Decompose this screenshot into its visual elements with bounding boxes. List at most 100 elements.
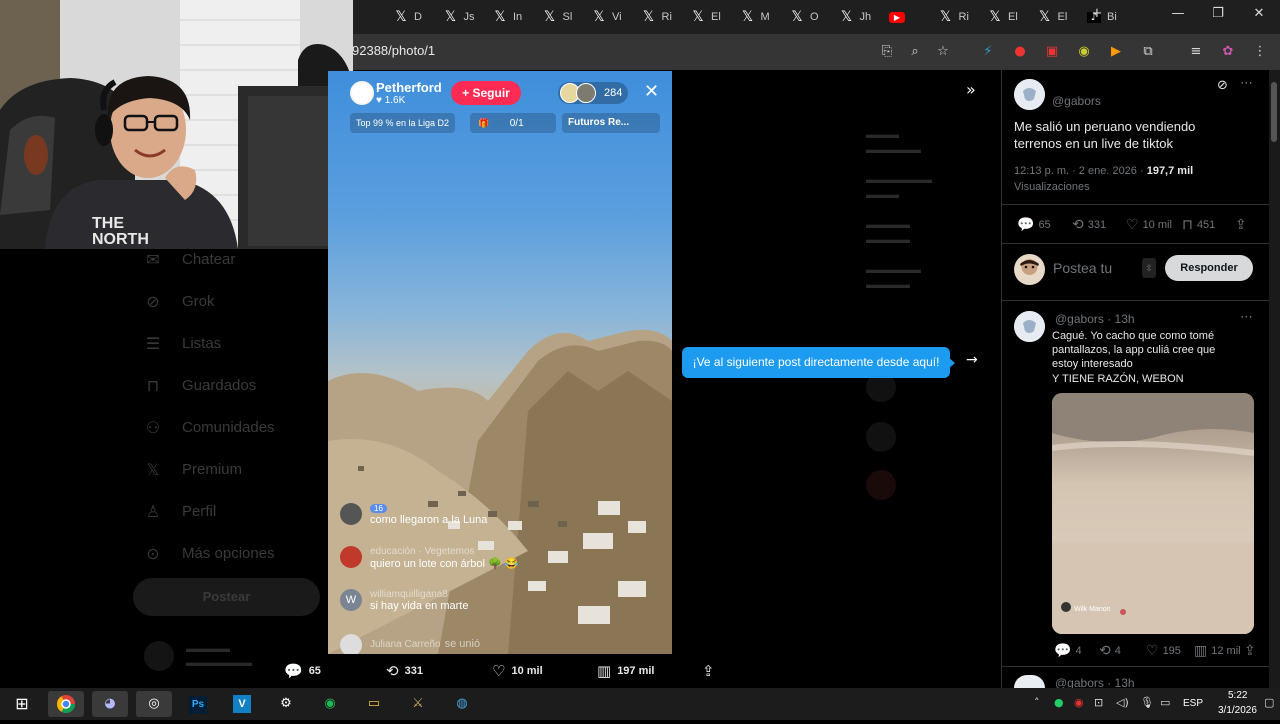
vegas-icon[interactable]: V <box>224 691 260 717</box>
reply-like-action[interactable]: ♡ 195 <box>1146 643 1181 659</box>
extension-video-icon[interactable]: ▣ <box>1042 42 1062 62</box>
tray-monitor-icon[interactable]: ▭ <box>1160 696 1170 709</box>
browser-menu-icon[interactable]: ⋮ <box>1250 42 1270 62</box>
photoshop-icon[interactable]: Ps <box>180 691 216 717</box>
browser-tab[interactable]: 𝕏 Jh <box>832 4 871 30</box>
grok-icon[interactable]: ⊘ <box>1217 78 1228 93</box>
reply-author-avatar[interactable] <box>1014 311 1045 342</box>
bookmark-star-icon[interactable]: ☆ <box>933 42 953 62</box>
browser-tab[interactable]: 𝕏 El <box>683 4 720 30</box>
reply-button[interactable]: Responder <box>1165 255 1253 281</box>
minimize-icon[interactable]: — <box>1163 6 1193 21</box>
next-arrow-icon[interactable]: → <box>966 352 978 368</box>
nav-item[interactable]: ⊓ Guardados <box>144 376 256 395</box>
tray-network-icon[interactable]: ⊡ <box>1094 696 1103 709</box>
next-post-tooltip[interactable]: ¡Ve al siguiente post directamente desde… <box>682 347 950 378</box>
browser-tab[interactable]: 𝕏M <box>733 4 770 30</box>
tray-green-icon[interactable]: ● <box>1054 696 1064 709</box>
app-circle-icon[interactable]: ◍ <box>444 691 480 717</box>
reply-repost-action[interactable]: ⟲ 4 <box>1099 643 1121 659</box>
windows-start-icon[interactable]: ⊞ <box>4 691 40 717</box>
media-control-icon[interactable]: ≡ <box>1186 42 1206 62</box>
zoom-icon[interactable]: ⌕ <box>905 42 925 62</box>
future-rewards-pill[interactable]: Futuros Re... <box>562 113 660 133</box>
chat-avatar[interactable] <box>340 503 362 525</box>
scrollbar[interactable] <box>1269 70 1280 688</box>
nav-item[interactable]: ⊙ Más opciones <box>144 544 274 563</box>
scrollbar-thumb[interactable] <box>1271 82 1277 142</box>
post-share-action[interactable]: ⇪ <box>1235 217 1247 233</box>
browser-tab[interactable]: 𝕏 In <box>485 4 522 30</box>
post-timestamp[interactable]: 12:13 p. m. · 2 ene. 2026 · 197,7 mil <box>1014 165 1193 177</box>
clock-date[interactable]: 3/1/2026 <box>1218 705 1257 716</box>
browser-tab[interactable]: 𝕏 Sl <box>535 4 572 30</box>
post-bookmark-action[interactable]: ⊓ 451 <box>1182 217 1215 233</box>
install-icon[interactable]: ⎘ <box>877 42 897 62</box>
collapse-panel-icon[interactable]: » <box>966 80 976 99</box>
video-repost-action[interactable]: ⟲ 331 <box>386 662 423 680</box>
gift-goal-pill[interactable]: 🎁 0/1 <box>470 113 556 133</box>
browser-tab[interactable]: 𝕏D <box>386 4 422 30</box>
league-rank-pill[interactable]: Top 99 % en la Liga D2 <box>350 113 456 133</box>
tray-expand-icon[interactable]: ˄ <box>1034 696 1040 709</box>
video-reply-action[interactable]: 💬 65 <box>284 662 321 680</box>
post-like-action[interactable]: ♡ 10 mil <box>1126 217 1172 233</box>
discord-icon[interactable]: ◕ <box>92 691 128 717</box>
nav-item[interactable]: ♙ Perfil <box>144 502 216 521</box>
tray-volume-icon[interactable]: ◁) <box>1116 696 1129 709</box>
notification-icon[interactable]: ▢ <box>1264 696 1274 709</box>
restore-icon[interactable]: ❐ <box>1203 6 1233 21</box>
chat-avatar[interactable]: W <box>340 589 362 611</box>
author-handle[interactable]: @gabors <box>1052 94 1101 108</box>
nav-item[interactable]: ⊘ Grok <box>144 292 214 311</box>
nav-item[interactable]: ☰ Listas <box>144 334 221 353</box>
clock-time[interactable]: 5:22 <box>1228 690 1247 701</box>
follow-button[interactable]: + Seguir <box>451 81 521 105</box>
spotify-icon[interactable]: ◉ <box>312 691 348 717</box>
live-video[interactable]: Petherford ♥ 1.6K + Seguir 284 ✕ Top 99 … <box>328 71 672 654</box>
more-options-icon[interactable]: ⋯ <box>1240 310 1253 325</box>
post-repost-action[interactable]: ⟲ 331 <box>1072 217 1106 233</box>
new-tab-button[interactable]: + <box>1082 6 1112 21</box>
browser-tab[interactable]: 𝕏 El <box>980 4 1017 30</box>
video-like-action[interactable]: ♡ 10 mil <box>492 662 543 680</box>
browser-tab[interactable]: ▶ <box>881 4 911 30</box>
tray-app-icon[interactable]: ◉ <box>1074 696 1084 709</box>
league-icon[interactable]: ⚔ <box>400 691 436 717</box>
url-text[interactable]: 92388/photo/1 <box>352 43 435 58</box>
chat-avatar[interactable] <box>340 546 362 568</box>
video-views-action[interactable]: ▥ 197 mil <box>597 662 655 680</box>
extension-red-icon[interactable]: ● <box>1010 42 1030 62</box>
reply-photo[interactable]: Wilk Manon <box>1052 393 1254 634</box>
more-options-icon[interactable]: ⋯ <box>1240 76 1253 91</box>
reply-input[interactable]: Postea tu <box>1053 260 1112 276</box>
author-avatar[interactable] <box>1014 79 1045 110</box>
extension-orange-icon[interactable]: ▶ <box>1106 42 1126 62</box>
emoji-icon[interactable]: ⇳ <box>1142 258 1156 278</box>
extension-green-icon[interactable]: ◉ <box>1074 42 1094 62</box>
reply-author-handle[interactable]: @gabors · 13h <box>1055 312 1135 326</box>
extension-translate-icon[interactable]: ⚡ <box>978 42 998 62</box>
reply-reply-action[interactable]: 💬 4 <box>1054 643 1082 659</box>
post-button[interactable]: Postear <box>133 578 320 616</box>
nav-item[interactable]: ✉ Chatear <box>144 250 235 269</box>
browser-tab[interactable]: 𝕏 Ri <box>931 4 969 30</box>
my-avatar[interactable] <box>1014 254 1045 285</box>
browser-tab[interactable]: 𝕏O <box>782 4 818 30</box>
account-avatar[interactable] <box>144 641 174 671</box>
nav-item[interactable]: 𝕏 Premium <box>144 460 242 479</box>
reply-share-action[interactable]: ⇪ <box>1244 643 1256 659</box>
extensions-puzzle-icon[interactable]: ⧉ <box>1138 42 1158 62</box>
tray-mic-icon[interactable]: 🎙 <box>1140 696 1154 709</box>
chrome-icon[interactable] <box>48 691 84 717</box>
input-language[interactable]: ESP <box>1183 698 1203 709</box>
obs-icon[interactable]: ◎ <box>136 691 172 717</box>
chat-avatar[interactable] <box>340 634 362 654</box>
browser-tab[interactable]: 𝕏 Vi <box>584 4 621 30</box>
close-icon[interactable]: ✕ <box>644 81 659 102</box>
nav-item[interactable]: ⚇ Comunidades <box>144 418 275 437</box>
streamer-name[interactable]: Petherford <box>376 80 442 95</box>
browser-tab[interactable]: 𝕏 Js <box>436 4 475 30</box>
reply-views-action[interactable]: ▥ 12 mil <box>1194 643 1241 659</box>
profile-avatar-icon[interactable]: ✿ <box>1218 42 1238 62</box>
